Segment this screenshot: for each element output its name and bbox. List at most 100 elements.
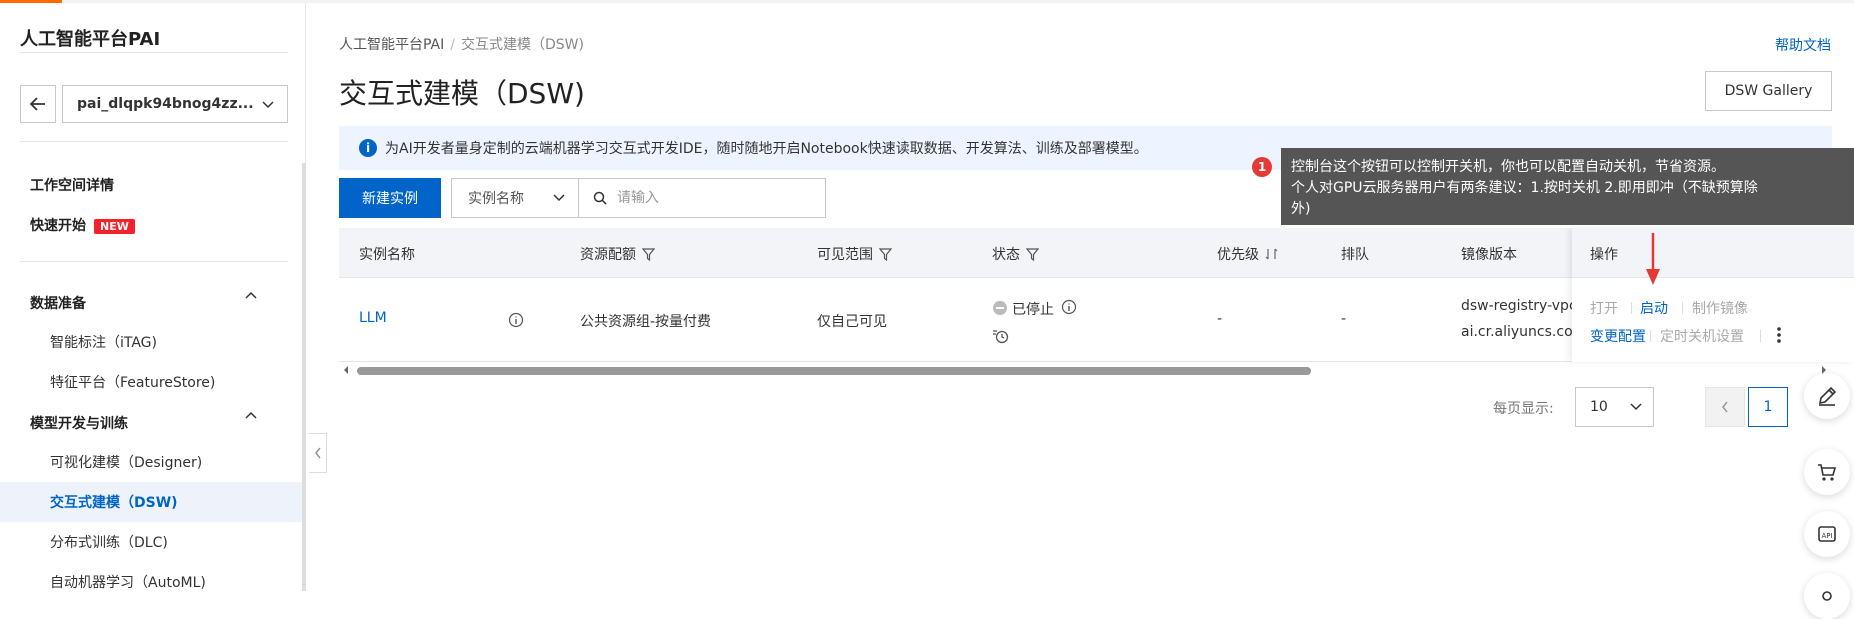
sidebar-item-workspace-details[interactable]: 工作空间详情: [30, 175, 114, 195]
page-title: 交互式建模（DSW): [339, 77, 585, 110]
sidebar-section-model-dev[interactable]: 模型开发与训练: [30, 413, 128, 433]
chevron-left-icon: [314, 447, 321, 459]
scrollbar-thumb[interactable]: [357, 367, 1311, 375]
info-circle-icon[interactable]: [508, 312, 524, 328]
instance-name-link[interactable]: LLM: [359, 310, 387, 326]
info-circle-icon[interactable]: [1061, 299, 1077, 315]
api-icon: API: [1818, 526, 1836, 542]
open-action[interactable]: 打开: [1590, 298, 1618, 318]
annotation-number-badge: 1: [1252, 157, 1272, 177]
back-button[interactable]: [20, 85, 56, 123]
instance-queue: -: [1341, 311, 1347, 327]
more-vertical-icon[interactable]: [1776, 326, 1782, 344]
arrow-left-icon: [30, 97, 45, 111]
image-version-line1: dsw-registry-vpc: [1461, 298, 1577, 314]
column-header-status: 状态: [992, 244, 1039, 264]
annotation-arrow-icon: [1646, 233, 1660, 285]
chevron-down-icon: [262, 101, 274, 109]
search-box: [578, 178, 826, 218]
annotation-tooltip: 控制台这个按钮可以控制开关机，你也可以配置自动关机，节省资源。 个人对GPU云服…: [1281, 148, 1854, 225]
make-image-action[interactable]: 制作镜像: [1692, 298, 1748, 318]
column-label: 实例名称: [359, 247, 415, 263]
dsw-gallery-button[interactable]: DSW Gallery: [1705, 71, 1832, 111]
sort-icon[interactable]: [1265, 248, 1279, 260]
page-size-value: 10: [1590, 399, 1608, 415]
workspace-name: pai_dlqpk94bnog4zz...: [77, 96, 254, 112]
gear-icon: [1822, 591, 1832, 601]
action-separator: [1631, 302, 1632, 314]
filter-icon[interactable]: [1026, 247, 1039, 261]
page-number-button[interactable]: 1: [1748, 387, 1788, 427]
image-version-line2: ai.cr.aliyuncs.com: [1461, 324, 1587, 340]
chevron-down-icon: [1630, 403, 1642, 411]
instance-visibility: 仅自己可见: [817, 314, 887, 330]
api-float-button[interactable]: API: [1804, 511, 1850, 557]
cart-icon: [1818, 464, 1837, 481]
divider: [20, 52, 288, 53]
sidebar-section-data-prep[interactable]: 数据准备: [30, 293, 86, 313]
operations-header: 操作: [1572, 228, 1854, 278]
column-header-name: 实例名称: [359, 244, 415, 264]
sidebar-item-label: 快速开始: [30, 218, 86, 234]
sidebar-item-featurestore[interactable]: 特征平台（FeatureStore): [50, 372, 215, 392]
breadcrumb-item-current: 交互式建模（DSW): [460, 37, 584, 53]
chevron-down-icon: [553, 194, 565, 202]
prev-page-button[interactable]: [1705, 387, 1745, 427]
breadcrumb-item-pai[interactable]: 人工智能平台PAI: [339, 37, 444, 53]
help-docs-link[interactable]: 帮助文档: [1775, 35, 1831, 55]
scroll-left-icon[interactable]: [342, 365, 350, 375]
new-instance-button[interactable]: 新建实例: [339, 178, 441, 218]
filter-field-select[interactable]: 实例名称: [451, 178, 579, 218]
start-action[interactable]: 启动: [1640, 298, 1668, 318]
edit-float-button[interactable]: [1804, 373, 1850, 419]
workspace-select[interactable]: pai_dlqpk94bnog4zz...: [62, 85, 288, 123]
breadcrumb-separator: /: [450, 37, 455, 53]
action-separator: [1682, 302, 1683, 314]
page-size-select[interactable]: 10: [1575, 387, 1654, 427]
column-header-queue: 排队: [1341, 244, 1369, 264]
column-label: 资源配额: [580, 247, 636, 263]
sidebar-item-dlc[interactable]: 分布式训练（DLC): [50, 532, 168, 552]
status-badge: 已停止: [1012, 302, 1054, 318]
column-header-quota: 资源配额: [580, 244, 655, 264]
column-header-image: 镜像版本: [1461, 244, 1517, 264]
sidebar-item-quick-start[interactable]: 快速开始 NEW: [30, 215, 135, 235]
filter-field-label: 实例名称: [468, 191, 524, 207]
chevron-up-icon[interactable]: [244, 409, 258, 423]
settings-float-button[interactable]: [1804, 573, 1850, 619]
filter-icon[interactable]: [642, 247, 655, 261]
sidebar-collapse-button[interactable]: [309, 433, 327, 473]
divider: [20, 261, 288, 262]
sidebar-item-designer[interactable]: 可视化建模（Designer): [50, 452, 202, 472]
chevron-up-icon[interactable]: [244, 289, 258, 303]
column-label: 镜像版本: [1461, 247, 1517, 263]
sidebar: 人工智能平台PAI pai_dlqpk94bnog4zz... 工作空间详情 快…: [0, 3, 306, 591]
new-badge: NEW: [94, 218, 135, 234]
info-text: 为AI开发者量身定制的云端机器学习交互式开发IDE，随时随地开启Notebook…: [385, 141, 1148, 157]
pencil-icon: [1818, 386, 1837, 406]
change-config-action[interactable]: 变更配置: [1590, 326, 1646, 346]
column-label: 排队: [1341, 247, 1369, 263]
operations-column: 操作 打开 启动 制作镜像 变更配置 定时关机设置: [1572, 228, 1854, 362]
schedule-shutdown-action[interactable]: 定时关机设置: [1660, 326, 1744, 346]
sidebar-scrollbar[interactable]: [302, 163, 306, 591]
sidebar-item-dsw[interactable]: 交互式建模（DSW): [50, 492, 178, 512]
sidebar-item-itag[interactable]: 智能标注（iTAG): [50, 332, 157, 352]
table-horizontal-scrollbar[interactable]: [339, 364, 1832, 376]
column-header-actions: 操作: [1590, 247, 1618, 263]
sidebar-item-automl[interactable]: 自动机器学习（AutoML): [50, 572, 206, 592]
breadcrumb: 人工智能平台PAI / 交互式建模（DSW): [339, 34, 584, 54]
info-icon: i: [359, 139, 377, 157]
cart-float-button[interactable]: [1804, 449, 1850, 495]
instance-priority: -: [1217, 311, 1223, 327]
search-input[interactable]: [617, 190, 797, 206]
stopped-status-icon: [993, 301, 1007, 315]
search-icon: [593, 191, 607, 205]
column-label: 优先级: [1217, 247, 1259, 263]
column-label: 可见范围: [817, 247, 873, 263]
action-separator: [1650, 330, 1651, 342]
divider: [20, 141, 288, 142]
chevron-left-icon: [1722, 401, 1728, 413]
filter-icon[interactable]: [879, 247, 892, 261]
schedule-clock-icon[interactable]: [992, 328, 1010, 344]
